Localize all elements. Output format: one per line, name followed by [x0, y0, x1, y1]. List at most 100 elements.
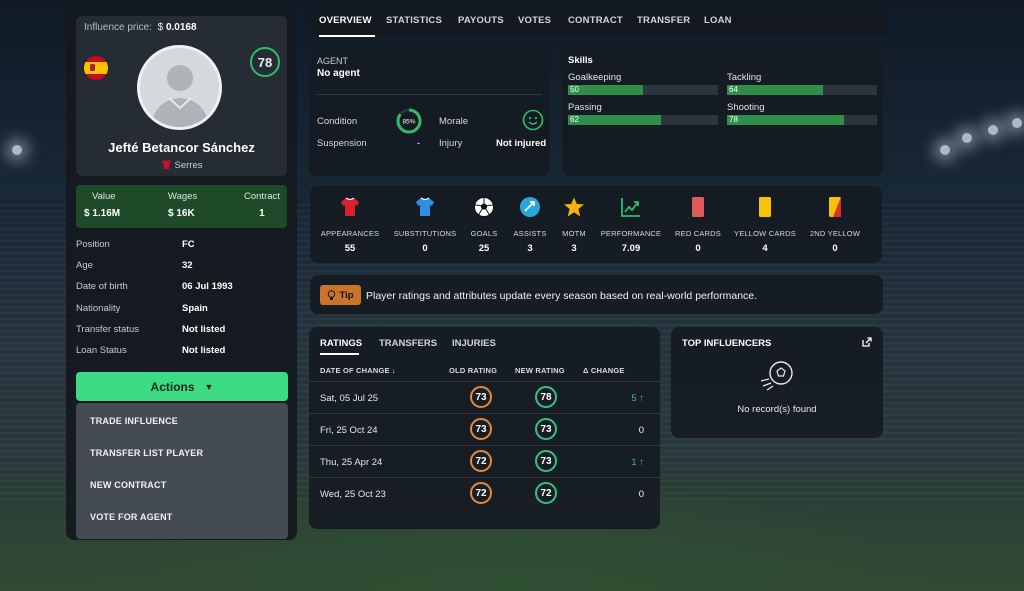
rating-change: 0	[638, 425, 644, 436]
rating-change: 5 ↑	[631, 393, 644, 404]
tip-banner: Tip Player ratings and attributes update…	[310, 275, 883, 314]
condition-ring: 85%	[396, 108, 422, 134]
new-rating-badge: 73	[535, 418, 557, 440]
tab-overview[interactable]: OVERVIEW	[319, 15, 372, 26]
injury-value: Not injured	[496, 138, 547, 149]
career-stats-card: APPEARANCES 55 SUBSTITUTIONS 0 GOALS 25 ASS…	[310, 186, 882, 263]
agent-value: No agent	[317, 68, 360, 79]
trend-icon	[621, 198, 640, 217]
detail-row-position: Position FC	[76, 239, 195, 250]
column-new-rating: NEW RATING	[515, 366, 565, 375]
player-name: Jefté Betancor Sánchez	[108, 140, 255, 155]
new-rating-badge: 72	[535, 482, 557, 504]
external-link-icon[interactable]	[862, 337, 872, 347]
new-rating-badge: 73	[535, 450, 557, 472]
actions-menu: TRADE INFLUENCE TRANSFER LIST PLAYER NEW…	[76, 403, 288, 539]
table-row: Fri, 25 Oct 24 73 73 0	[309, 413, 660, 445]
rating-change: 1 ↑	[631, 457, 644, 468]
column-change: Δ CHANGE	[583, 366, 625, 375]
table-row: Wed, 25 Oct 23 72 72 0	[309, 477, 660, 509]
injury-label: Injury	[439, 138, 463, 149]
wages-stat: Wages $ 16K	[168, 191, 198, 219]
skill-bar-fill	[568, 85, 643, 95]
detail-row-transfer-status: Transfer status Not listed	[76, 324, 226, 335]
contract-stat: Contract 1	[244, 191, 280, 219]
stat-yellow-cards: YELLOW CARDS 4	[725, 196, 805, 254]
detail-row-loan-status: Loan Status Not listed	[76, 345, 226, 356]
tab-statistics[interactable]: STATISTICS	[386, 15, 442, 26]
club-name: Serres	[174, 160, 203, 171]
new-rating-badge: 78	[535, 386, 557, 408]
old-rating-badge: 72	[470, 482, 492, 504]
column-old-rating: OLD RATING	[449, 366, 498, 375]
second-yellow-icon	[829, 197, 841, 217]
tab-ratings[interactable]: RATINGS	[320, 338, 362, 349]
active-tab-indicator	[319, 35, 375, 37]
condition-label: Condition	[317, 116, 358, 127]
skills-card: Skills Goalkeeping 50 Tackling 64 Passin…	[562, 47, 883, 176]
arrow-up-icon: ↑	[639, 393, 644, 404]
floodlight	[12, 145, 22, 155]
skill-bar-fill	[727, 115, 844, 125]
skills-title: Skills	[568, 55, 593, 66]
avatar	[137, 45, 222, 130]
menu-item-trade-influence[interactable]: TRADE INFLUENCE	[90, 416, 178, 426]
floodlight	[962, 133, 972, 143]
tip-badge: Tip	[320, 285, 361, 305]
player-card: Influence price: $ 0.0168 78 Jefté Betan…	[76, 16, 287, 176]
red-card-icon	[692, 197, 704, 217]
contract-years: 1	[259, 208, 265, 219]
tip-text: Player ratings and attributes update eve…	[366, 290, 758, 302]
actions-button[interactable]: Actions ▼	[76, 372, 288, 401]
wages-amount: 16K	[176, 208, 195, 219]
floodlight	[940, 145, 950, 155]
morale-label: Morale	[439, 116, 469, 127]
finance-summary: Value $ 1.16M Wages $ 16K Contract 1	[76, 185, 287, 228]
empty-state-text: No record(s) found	[737, 404, 817, 415]
old-rating-badge: 72	[470, 450, 492, 472]
floodlight	[988, 125, 998, 135]
tab-injuries[interactable]: INJURIES	[452, 338, 496, 349]
old-rating-badge: 73	[470, 418, 492, 440]
agent-card: AGENT No agent Condition 85% Morale Susp…	[309, 47, 550, 176]
influence-price-value: 0.0168	[165, 22, 197, 33]
skill-passing: Passing 62	[568, 102, 718, 125]
value-stat: Value $ 1.16M	[84, 191, 121, 219]
detail-row-nationality: Nationality Spain	[76, 303, 208, 314]
overall-rating-badge: 78	[250, 47, 280, 77]
player-profile-panel: Influence price: $ 0.0168 78 Jefté Betan…	[66, 5, 297, 540]
club-label[interactable]: Serres	[76, 159, 287, 171]
lightbulb-icon	[328, 289, 336, 300]
tab-votes[interactable]: VOTES	[518, 15, 551, 26]
menu-item-transfer-list[interactable]: TRANSFER LIST PLAYER	[90, 448, 203, 458]
club-shirt-icon	[161, 159, 171, 170]
tab-transfers[interactable]: TRANSFERS	[379, 338, 437, 349]
arrow-up-icon: ↑	[639, 457, 644, 468]
menu-item-new-contract[interactable]: NEW CONTRACT	[90, 480, 166, 490]
skill-bar-fill	[727, 85, 823, 95]
skill-shooting: Shooting 78	[727, 102, 877, 125]
active-tab-indicator	[320, 353, 359, 355]
tab-contract[interactable]: CONTRACT	[568, 15, 623, 26]
influence-price: Influence price: $ 0.0168	[84, 22, 197, 33]
spain-flag-icon	[84, 56, 108, 80]
smile-icon	[522, 109, 544, 131]
coin-icon: $	[157, 22, 164, 33]
tab-transfer[interactable]: TRANSFER	[637, 15, 690, 26]
floodlight	[1012, 118, 1022, 128]
condition-value: 85%	[402, 119, 415, 126]
suspension-label: Suspension	[317, 138, 367, 149]
menu-item-vote-agent[interactable]: VOTE FOR AGENT	[90, 512, 172, 522]
rating-change: 0	[638, 489, 644, 500]
column-date[interactable]: DATE OF CHANGE ↓	[320, 366, 396, 375]
skill-bar-fill	[568, 115, 661, 125]
value-amount: 1.16M	[92, 208, 121, 219]
chevron-down-icon: ▼	[204, 381, 214, 392]
yellow-card-icon	[759, 197, 771, 217]
tab-payouts[interactable]: PAYOUTS	[458, 15, 504, 26]
detail-row-dob: Date of birth 06 Jul 1993	[76, 281, 233, 292]
star-icon	[564, 197, 584, 217]
ratings-card: RATINGS TRANSFERS INJURIES DATE OF CHANG…	[309, 327, 660, 529]
tab-loan[interactable]: LOAN	[704, 15, 732, 26]
table-row: Thu, 25 Apr 24 72 73 1 ↑	[309, 445, 660, 477]
